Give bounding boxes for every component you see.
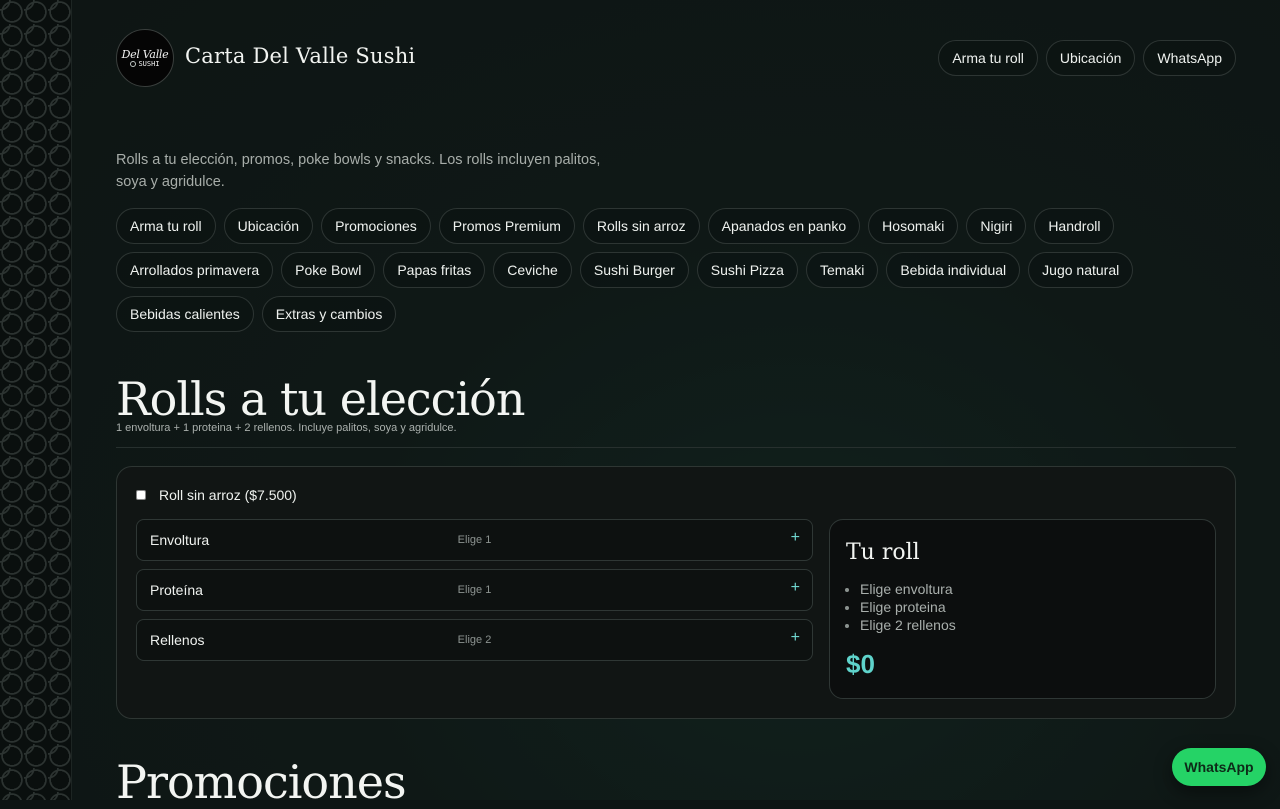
logo-ring-icon: [130, 60, 137, 67]
category-chip[interactable]: Ceviche: [493, 252, 572, 288]
nav-whatsapp[interactable]: WhatsApp: [1143, 40, 1236, 76]
nav-ubicacion[interactable]: Ubicación: [1045, 40, 1136, 76]
section-divider: [116, 447, 1236, 448]
category-chip[interactable]: Promos Premium: [438, 208, 575, 244]
option-hint: Elige 2: [457, 634, 492, 646]
option-envoltura[interactable]: Envoltura Elige 1 +: [136, 519, 813, 561]
category-chip[interactable]: Poke Bowl: [281, 252, 376, 288]
category-chip[interactable]: Rolls sin arroz: [582, 208, 700, 244]
section-title: Rolls a tu elección: [116, 372, 525, 426]
site-title: Carta Del Valle Sushi: [185, 44, 416, 68]
category-chip[interactable]: Bebida individual: [886, 252, 1021, 288]
category-chip[interactable]: Apanados en panko: [707, 208, 861, 244]
summary-title: Tu roll: [846, 540, 920, 565]
category-chip[interactable]: Hosomaki: [868, 208, 959, 244]
category-chip[interactable]: Sushi Burger: [579, 252, 689, 288]
category-chip[interactable]: Jugo natural: [1028, 252, 1134, 288]
category-chip[interactable]: Papas fritas: [383, 252, 486, 288]
category-chip[interactable]: Ubicación: [223, 208, 314, 244]
plus-icon[interactable]: +: [791, 579, 800, 597]
nav-arma-tu-roll[interactable]: Arma tu roll: [938, 40, 1038, 76]
site-header: Del Valle SUSHI Carta Del Valle Sushi Ar…: [116, 28, 1236, 88]
category-chip[interactable]: Temaki: [805, 252, 879, 288]
no-rice-label: Roll sin arroz ($7.500): [159, 487, 297, 503]
logo-subtext: SUSHI: [130, 59, 160, 68]
intro-text: Rolls a tu elección, promos, poke bowls …: [116, 152, 601, 190]
whatsapp-float-button[interactable]: WhatsApp: [1172, 748, 1266, 786]
option-rellenos[interactable]: Rellenos Elige 2 +: [136, 619, 813, 661]
summary-item: Elige 2 rellenos: [860, 616, 956, 634]
no-rice-option[interactable]: Roll sin arroz ($7.500): [136, 487, 297, 503]
category-chip[interactable]: Handroll: [1034, 208, 1115, 244]
brand-logo[interactable]: Del Valle SUSHI: [116, 29, 174, 87]
no-rice-checkbox[interactable]: [136, 490, 146, 500]
summary-item: Elige proteina: [860, 598, 956, 616]
category-chip[interactable]: Arrollados primavera: [116, 252, 274, 288]
logo-subtext-label: SUSHI: [138, 59, 160, 68]
category-nav: Arma tu roll Ubicación Promociones Promo…: [116, 208, 1156, 332]
logo-wordmark: Del Valle: [121, 47, 169, 61]
promociones-section-title: Promociones: [116, 755, 407, 809]
option-proteina[interactable]: Proteína Elige 1 +: [136, 569, 813, 611]
plus-icon[interactable]: +: [791, 629, 800, 647]
category-chip[interactable]: Arma tu roll: [116, 208, 216, 244]
category-chip[interactable]: Promociones: [321, 208, 431, 244]
category-chip[interactable]: Extras y cambios: [261, 296, 397, 332]
option-hint: Elige 1: [457, 534, 492, 546]
category-chip[interactable]: Bebidas calientes: [116, 296, 254, 332]
main-content: Del Valle SUSHI Carta Del Valle Sushi Ar…: [72, 0, 1280, 809]
summary-price: $0: [846, 649, 875, 679]
category-chip[interactable]: Nigiri: [966, 208, 1027, 244]
summary-list: Elige envoltura Elige proteina Elige 2 r…: [846, 580, 956, 634]
summary-item: Elige envoltura: [860, 580, 956, 598]
top-nav: Arma tu roll Ubicación WhatsApp: [938, 40, 1236, 76]
roll-summary-panel: Tu roll Elige envoltura Elige proteina E…: [829, 519, 1216, 699]
option-hint: Elige 1: [457, 584, 492, 596]
side-decorative-pattern: [0, 0, 72, 800]
category-chip[interactable]: Sushi Pizza: [696, 252, 798, 288]
roll-builder-card: Roll sin arroz ($7.500) Envoltura Elige …: [116, 466, 1236, 719]
section-subtitle: 1 envoltura + 1 proteina + 2 rellenos. I…: [116, 422, 457, 434]
plus-icon[interactable]: +: [791, 529, 800, 547]
